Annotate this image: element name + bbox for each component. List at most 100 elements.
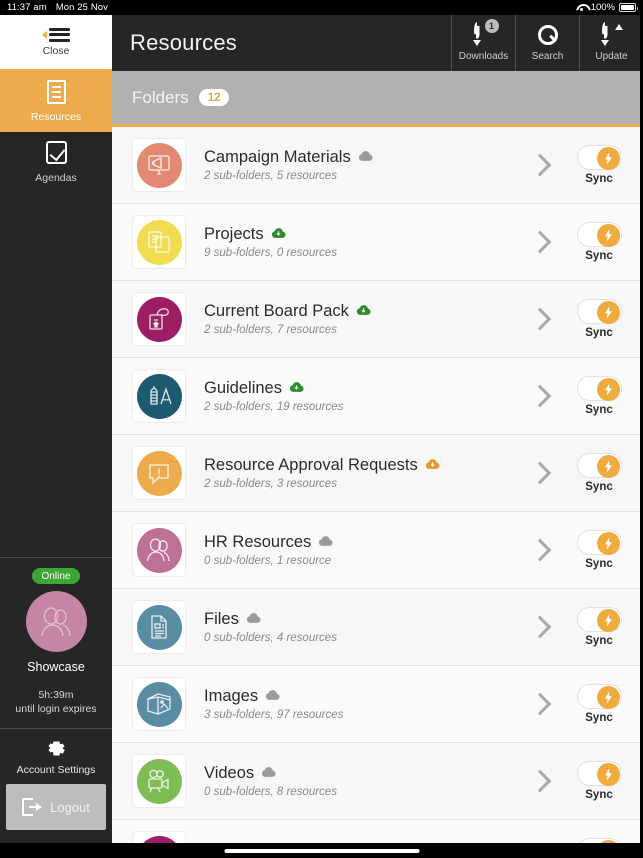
chevron-right-icon[interactable] (527, 614, 553, 640)
folder-row[interactable]: Resource Approval Requests 2 sub-folders… (112, 435, 643, 512)
sync-label: Sync (585, 712, 613, 724)
folder-row[interactable]: Audio Files Sync (112, 820, 643, 843)
sync-toggle[interactable] (576, 684, 622, 709)
status-date: Mon 25 Nov (55, 2, 108, 13)
sync-control[interactable]: Sync (567, 145, 631, 185)
chevron-right-icon[interactable] (527, 768, 553, 794)
folders-count: 12 (198, 89, 230, 106)
folder-title: Videos (204, 764, 255, 782)
folder-row[interactable]: HR Resources 0 sub-folders, 1 resource S… (112, 512, 643, 589)
chevron-right-icon[interactable] (527, 537, 553, 563)
wifi-icon (576, 3, 587, 12)
avatar[interactable] (25, 591, 87, 652)
sidebar-item-agendas[interactable]: Agendas (0, 132, 112, 193)
cloud-download-icon (289, 379, 304, 398)
chevron-right-icon[interactable] (527, 152, 553, 178)
folder-subtitle: 2 sub-folders, 7 resources (204, 324, 337, 336)
sync-control[interactable]: Sync (567, 684, 631, 724)
status-badge: Online (31, 568, 81, 584)
close-button[interactable]: Close (0, 15, 112, 71)
home-indicator[interactable] (224, 848, 419, 853)
user-block: Online Showcase 5h:39m until login expir… (0, 557, 112, 728)
update-button[interactable]: Update (579, 15, 643, 71)
folder-title: HR Resources (204, 533, 312, 551)
folder-title-row: Videos (204, 764, 527, 783)
folder-title: Resource Approval Requests (204, 456, 418, 474)
megaphone-monitor-icon (136, 142, 182, 188)
folder-row[interactable]: Guidelines 2 sub-folders, 19 resources S… (112, 358, 643, 435)
folder-row[interactable]: Files 0 sub-folders, 4 resources Sync (112, 589, 643, 666)
sync-label: Sync (585, 789, 613, 801)
search-button[interactable]: Search (515, 15, 579, 71)
sidebar: Close Resources Agendas Online Showcase … (0, 15, 112, 843)
sync-control[interactable]: Sync (567, 299, 631, 339)
sync-toggle[interactable] (576, 222, 622, 247)
folder-icon-card (132, 754, 186, 808)
folder-row[interactable]: Images 3 sub-folders, 97 resources Sync (112, 666, 643, 743)
typography-icon (136, 373, 182, 419)
folder-row[interactable]: Current Board Pack 2 sub-folders, 7 reso… (112, 281, 643, 358)
folder-subtitle: 0 sub-folders, 1 resource (204, 555, 332, 567)
close-button-label: Close (42, 44, 70, 57)
documents-icon (136, 219, 182, 265)
folder-icon-card (132, 292, 186, 346)
sync-toggle[interactable] (576, 453, 622, 478)
sidebar-item-resources[interactable]: Resources (0, 71, 112, 132)
alert-speech-icon (136, 450, 182, 496)
sync-toggle[interactable] (576, 761, 622, 786)
sync-label: Sync (585, 481, 613, 493)
bolt-icon (604, 229, 612, 242)
battery-icon (619, 3, 638, 12)
chevron-right-icon[interactable] (527, 691, 553, 717)
logout-icon (22, 798, 43, 816)
folder-title-row: Images (204, 687, 527, 706)
bolt-icon (604, 460, 612, 473)
folder-text: Images 3 sub-folders, 97 resources (186, 687, 527, 721)
sync-control[interactable]: Sync (567, 453, 631, 493)
bolt-icon (604, 614, 612, 627)
collapse-arrow-icon (42, 30, 47, 39)
cloud-icon (265, 687, 280, 706)
logout-button[interactable]: Logout (6, 784, 106, 830)
sync-control[interactable]: Sync (567, 607, 631, 647)
sync-toggle[interactable] (576, 607, 622, 632)
folder-row[interactable]: Projects 9 sub-folders, 0 resources Sync (112, 204, 643, 281)
chevron-right-icon[interactable] (527, 460, 553, 486)
presentation-icon (136, 296, 182, 342)
downloads-button[interactable]: 1 Downloads (451, 15, 515, 71)
people-icon (136, 527, 182, 573)
downloads-badge: 1 (484, 18, 499, 33)
sync-toggle-knob (596, 147, 620, 170)
sync-control[interactable]: Sync (567, 376, 631, 416)
folder-title: Guidelines (204, 379, 282, 397)
folder-title: Projects (204, 225, 264, 243)
folder-title-row: Guidelines (204, 379, 527, 398)
sync-control[interactable]: Sync (567, 761, 631, 801)
cloud-icon (318, 533, 333, 552)
sync-toggle[interactable] (576, 530, 622, 555)
folder-text: Campaign Materials 2 sub-folders, 5 reso… (186, 148, 527, 182)
checkbox-icon (45, 141, 67, 164)
chevron-right-icon[interactable] (527, 383, 553, 409)
folder-title: Images (204, 687, 259, 705)
folder-title-row: Projects (204, 225, 527, 244)
folder-row[interactable]: Campaign Materials 2 sub-folders, 5 reso… (112, 127, 643, 204)
folder-row[interactable]: Videos 0 sub-folders, 8 resources Sync (112, 743, 643, 820)
sync-label: Sync (585, 327, 613, 339)
folder-icon-card (132, 138, 186, 192)
account-settings-button[interactable]: Account Settings (0, 728, 112, 784)
update-label: Update (595, 50, 628, 62)
sync-toggle[interactable] (576, 299, 622, 324)
sync-control[interactable]: Sync (567, 530, 631, 570)
sync-control[interactable]: Sync (567, 222, 631, 262)
downloads-label: Downloads (458, 50, 509, 62)
sync-label: Sync (585, 635, 613, 647)
sync-toggle[interactable] (576, 376, 622, 401)
sidebar-item-label: Agendas (35, 172, 77, 184)
folder-title-row: Campaign Materials (204, 148, 527, 167)
chevron-right-icon[interactable] (527, 229, 553, 255)
top-bar: Resources 1 Downloads Search Update (112, 15, 643, 71)
chevron-right-icon[interactable] (527, 306, 553, 332)
sync-toggle[interactable] (576, 145, 622, 170)
search-label: Search (531, 50, 564, 62)
